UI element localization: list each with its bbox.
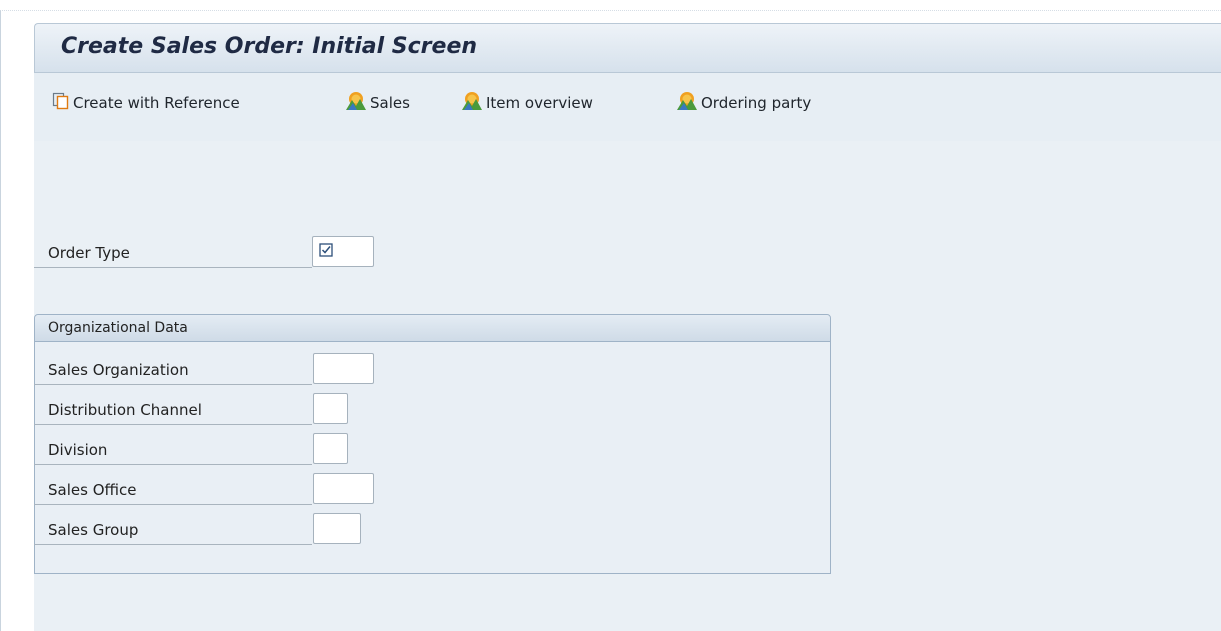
order-type-row: Order Type [34, 236, 374, 268]
sales-office-input[interactable] [313, 473, 374, 504]
sales-organization-input[interactable] [313, 353, 374, 384]
copy-document-icon [52, 92, 70, 114]
division-row: Division [34, 433, 350, 465]
division-input[interactable] [313, 433, 348, 464]
application-toolbar: Create with Reference Sales Item overvie… [34, 73, 1221, 141]
page-title: Create Sales Order: Initial Screen [61, 34, 478, 59]
overview-mountain-icon [676, 91, 698, 115]
overview-mountain-icon [461, 91, 483, 115]
sales-office-row: Sales Office [34, 473, 374, 505]
overview-mountain-icon [345, 91, 367, 115]
item-overview-label: Item overview [486, 94, 593, 112]
order-type-input[interactable] [312, 236, 374, 267]
division-label: Division [34, 435, 312, 465]
ordering-party-label: Ordering party [701, 94, 812, 112]
value-help-check-icon [319, 243, 333, 257]
distribution-channel-row: Distribution Channel [34, 393, 350, 425]
sales-button[interactable]: Sales [345, 92, 410, 114]
create-with-reference-button[interactable]: Create with Reference [52, 92, 240, 114]
distribution-channel-label: Distribution Channel [34, 395, 312, 425]
sales-label: Sales [370, 94, 410, 112]
sales-group-label: Sales Group [34, 515, 312, 545]
organizational-data-title: Organizational Data [35, 315, 830, 342]
sales-organization-row: Sales Organization [34, 353, 374, 385]
order-type-label: Order Type [34, 238, 312, 268]
distribution-channel-input[interactable] [313, 393, 348, 424]
sales-group-row: Sales Group [34, 513, 361, 545]
sales-office-label: Sales Office [34, 475, 312, 505]
sales-group-input[interactable] [313, 513, 361, 544]
sales-organization-label: Sales Organization [34, 355, 312, 385]
create-with-reference-label: Create with Reference [73, 94, 240, 112]
ordering-party-button[interactable]: Ordering party [676, 92, 811, 114]
item-overview-button[interactable]: Item overview [461, 92, 593, 114]
title-bar: Create Sales Order: Initial Screen [34, 23, 1221, 73]
